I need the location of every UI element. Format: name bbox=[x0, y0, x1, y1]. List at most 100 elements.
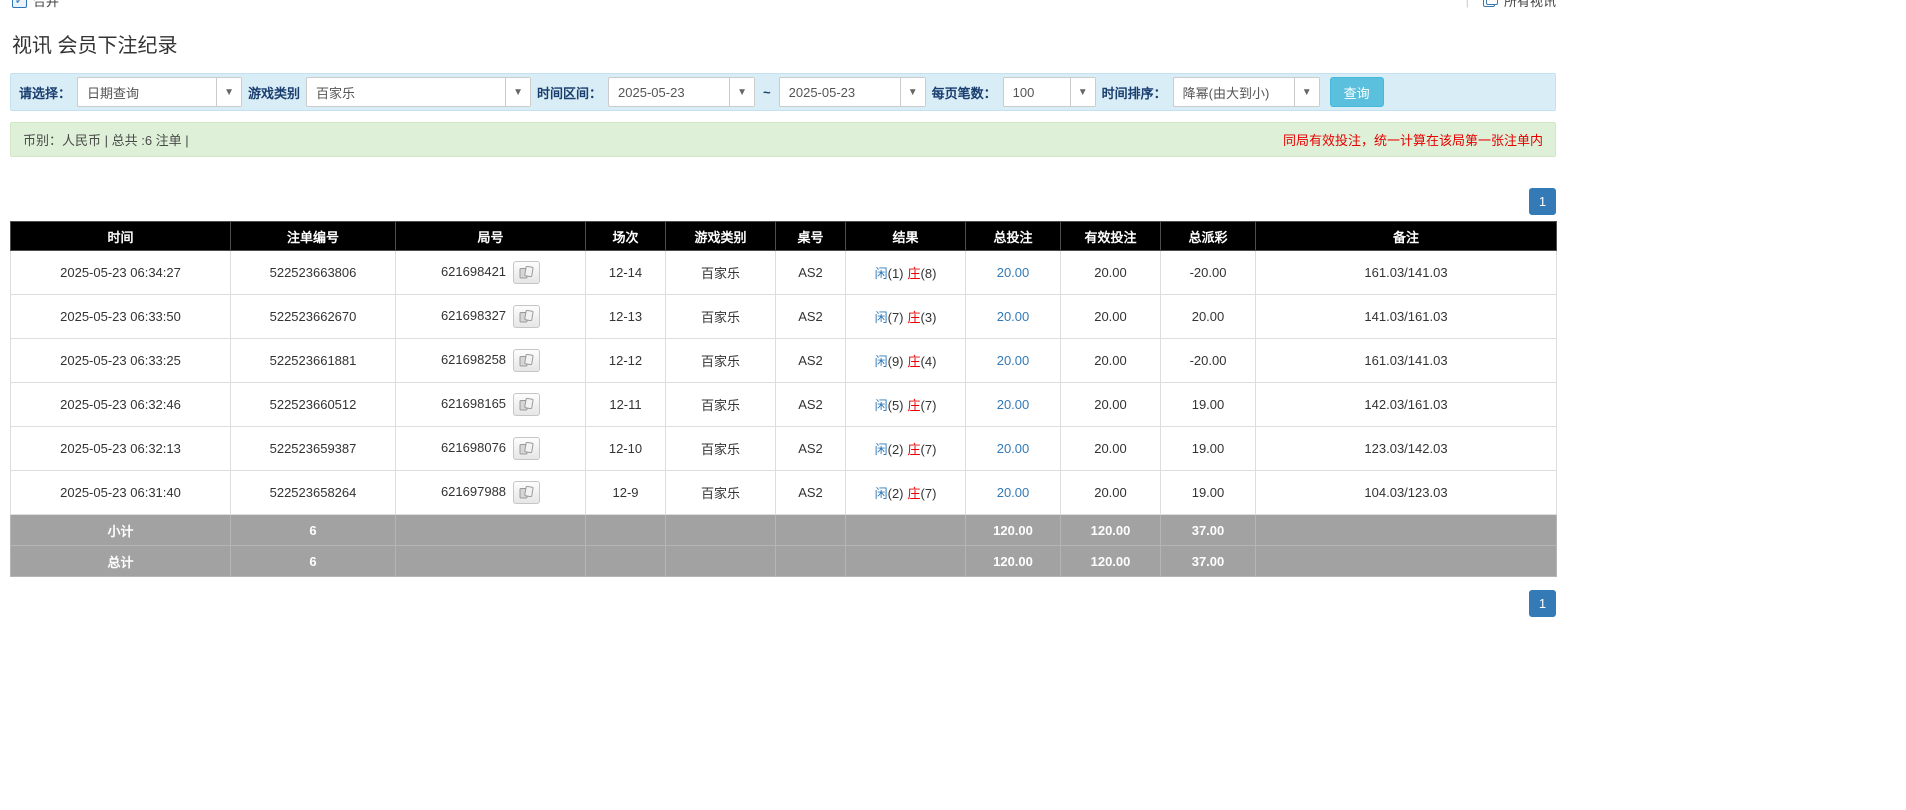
table-row: 2025-05-23 06:33:25 522523661881 6216982… bbox=[11, 339, 1557, 383]
cell-session: 12-10 bbox=[586, 427, 666, 471]
footer-empty-cell bbox=[846, 515, 966, 546]
footer-empty-cell bbox=[1256, 515, 1557, 546]
records-table: 时间 注单编号 局号 场次 游戏类别 桌号 结果 总投注 有效投注 总派彩 备注… bbox=[10, 221, 1557, 577]
total-bet-link[interactable]: 20.00 bbox=[997, 441, 1030, 456]
game-type-label: 游戏类别 bbox=[248, 83, 300, 102]
total-bet-link[interactable]: 20.00 bbox=[997, 353, 1030, 368]
cell-valid-bet: 20.00 bbox=[1061, 339, 1161, 383]
cell-total-bet: 20.00 bbox=[966, 471, 1061, 515]
cell-game: 百家乐 bbox=[666, 427, 776, 471]
cell-total-bet: 20.00 bbox=[966, 251, 1061, 295]
cell-remark: 141.03/161.03 bbox=[1256, 295, 1557, 339]
cell-remark: 142.03/161.03 bbox=[1256, 383, 1557, 427]
footer-empty-cell bbox=[1256, 546, 1557, 577]
result-player-count: (1) bbox=[888, 266, 904, 281]
cell-result: 闲(9)庄(4) bbox=[846, 339, 966, 383]
col-header-session: 场次 bbox=[586, 222, 666, 251]
footer-empty-cell bbox=[776, 515, 846, 546]
round-number: 621698165 bbox=[441, 396, 506, 411]
footer-empty-cell bbox=[396, 546, 586, 577]
cell-time: 2025-05-23 06:32:46 bbox=[11, 383, 231, 427]
cell-result: 闲(1)庄(8) bbox=[846, 251, 966, 295]
round-cards-icon[interactable] bbox=[513, 393, 540, 416]
result-player-count: (2) bbox=[888, 442, 904, 457]
page-container: ✓ 合并 | 所有视讯 视讯 会员下注纪录 请选择： 日期查询 ▼ 游戏类别 百… bbox=[0, 0, 1566, 617]
total-bet-link[interactable]: 20.00 bbox=[997, 265, 1030, 280]
table-row: 2025-05-23 06:33:50 522523662670 6216983… bbox=[11, 295, 1557, 339]
col-header-bet-id: 注单编号 bbox=[231, 222, 396, 251]
top-divider: | bbox=[1466, 0, 1469, 8]
summary-red-note: 同局有效投注，统一计算在该局第一张注单内 bbox=[1283, 130, 1543, 149]
result-player: 闲 bbox=[875, 266, 888, 281]
cell-round: 621698258 bbox=[396, 339, 586, 383]
cell-payout: -20.00 bbox=[1161, 251, 1256, 295]
col-header-round: 局号 bbox=[396, 222, 586, 251]
round-cards-icon[interactable] bbox=[513, 481, 540, 504]
round-number: 621698258 bbox=[441, 352, 506, 367]
cell-round: 621698327 bbox=[396, 295, 586, 339]
col-header-remark: 备注 bbox=[1256, 222, 1557, 251]
round-cards-icon[interactable] bbox=[513, 261, 540, 284]
result-player-count: (7) bbox=[888, 310, 904, 325]
table-row: 2025-05-23 06:32:13 522523659387 6216980… bbox=[11, 427, 1557, 471]
date-from-picker[interactable]: 2025-05-23 ▼ bbox=[608, 77, 755, 107]
total-bet-link[interactable]: 20.00 bbox=[997, 309, 1030, 324]
cell-time: 2025-05-23 06:33:50 bbox=[11, 295, 231, 339]
cell-valid-bet: 20.00 bbox=[1061, 427, 1161, 471]
round-number: 621698076 bbox=[441, 440, 506, 455]
page-1-button[interactable]: 1 bbox=[1529, 188, 1556, 215]
date-to-picker[interactable]: 2025-05-23 ▼ bbox=[779, 77, 926, 107]
cell-table: AS2 bbox=[776, 427, 846, 471]
result-banker: 庄 bbox=[908, 310, 921, 325]
subtotal-valid-bet: 120.00 bbox=[1061, 515, 1161, 546]
footer-empty-cell bbox=[586, 546, 666, 577]
round-cards-icon[interactable] bbox=[513, 349, 540, 372]
result-banker-count: (7) bbox=[921, 442, 937, 457]
select-type-label: 请选择： bbox=[19, 83, 71, 102]
total-bet-link[interactable]: 20.00 bbox=[997, 397, 1030, 412]
date-range-tilde: ~ bbox=[761, 85, 773, 100]
cell-round: 621698165 bbox=[396, 383, 586, 427]
page-size-value: 100 bbox=[1004, 78, 1070, 106]
total-row: 总计 6 120.00 120.00 37.00 bbox=[11, 546, 1557, 577]
query-type-select[interactable]: 日期查询 ▼ bbox=[77, 77, 242, 107]
chevron-down-icon: ▼ bbox=[900, 78, 925, 106]
result-banker-count: (7) bbox=[921, 398, 937, 413]
chevron-down-icon: ▼ bbox=[505, 78, 530, 106]
cell-round: 621698421 bbox=[396, 251, 586, 295]
cell-time: 2025-05-23 06:32:13 bbox=[11, 427, 231, 471]
cell-valid-bet: 20.00 bbox=[1061, 251, 1161, 295]
query-button[interactable]: 查询 bbox=[1330, 77, 1384, 107]
date-from-value: 2025-05-23 bbox=[609, 78, 729, 106]
total-valid-bet: 120.00 bbox=[1061, 546, 1161, 577]
page-title: 视讯 会员下注纪录 bbox=[12, 29, 1566, 58]
round-cards-icon[interactable] bbox=[513, 437, 540, 460]
sort-order-label: 时间排序： bbox=[1102, 83, 1167, 102]
result-player-count: (5) bbox=[888, 398, 904, 413]
summary-currency-count: 币别：人民币 | 总共 :6 注单 | bbox=[23, 130, 189, 149]
page-size-select[interactable]: 100 ▼ bbox=[1003, 77, 1096, 107]
page-1-button[interactable]: 1 bbox=[1529, 590, 1556, 617]
cell-round: 621698076 bbox=[396, 427, 586, 471]
game-type-select[interactable]: 百家乐 ▼ bbox=[306, 77, 531, 107]
total-total-bet: 120.00 bbox=[966, 546, 1061, 577]
round-cards-icon[interactable] bbox=[513, 305, 540, 328]
result-banker: 庄 bbox=[908, 486, 921, 501]
merge-checkbox[interactable]: ✓ bbox=[12, 0, 27, 8]
cell-session: 12-9 bbox=[586, 471, 666, 515]
result-banker-count: (8) bbox=[921, 266, 937, 281]
cell-bet-id: 522523662670 bbox=[231, 295, 396, 339]
window-icon bbox=[1483, 0, 1498, 7]
table-row: 2025-05-23 06:31:40 522523658264 6216979… bbox=[11, 471, 1557, 515]
date-to-value: 2025-05-23 bbox=[780, 78, 900, 106]
page-size-label: 每页笔数： bbox=[932, 83, 997, 102]
result-banker-count: (4) bbox=[921, 354, 937, 369]
cell-game: 百家乐 bbox=[666, 295, 776, 339]
cell-payout: -20.00 bbox=[1161, 339, 1256, 383]
total-bet-link[interactable]: 20.00 bbox=[997, 485, 1030, 500]
all-video-link[interactable]: 所有视讯 bbox=[1504, 0, 1556, 10]
sort-order-select[interactable]: 降幂(由大到小) ▼ bbox=[1173, 77, 1320, 107]
cell-table: AS2 bbox=[776, 251, 846, 295]
cell-valid-bet: 20.00 bbox=[1061, 383, 1161, 427]
cell-bet-id: 522523659387 bbox=[231, 427, 396, 471]
